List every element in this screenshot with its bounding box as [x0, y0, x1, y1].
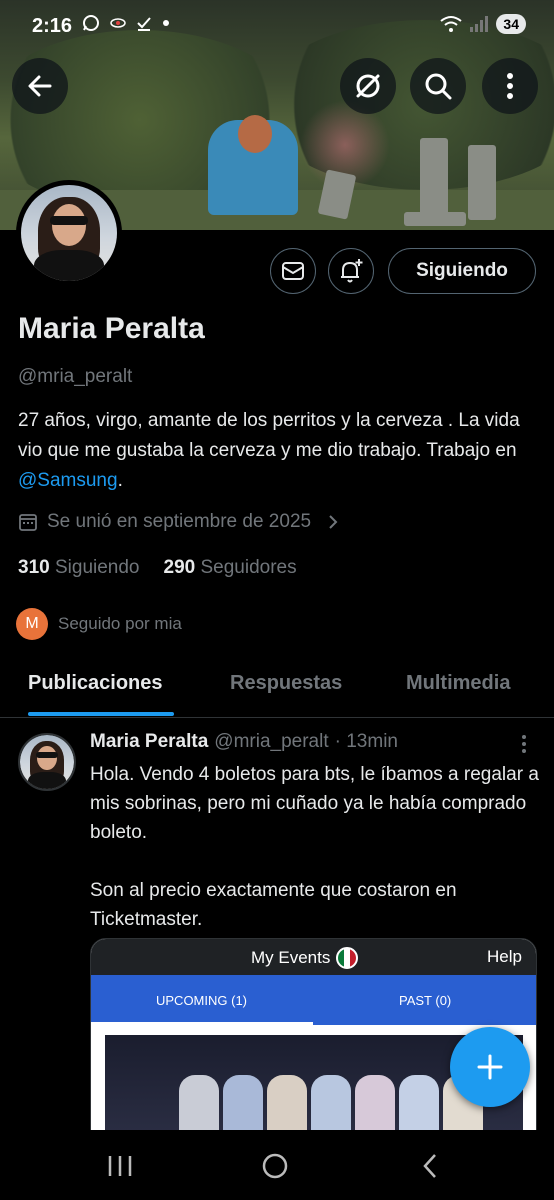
wifi-icon [440, 16, 463, 32]
tweet-text: Hola. Vendo 4 boletos para bts, le íbamo… [90, 764, 539, 930]
followers-count: 290 [163, 557, 196, 578]
notifications-button[interactable] [328, 248, 374, 294]
envelope-icon [282, 262, 304, 280]
photo-person [223, 1075, 263, 1137]
bio-text: 27 años, virgo, amante de los perritos y… [18, 410, 520, 461]
tab-publicaciones[interactable]: Publicaciones [28, 672, 163, 695]
profile-handle: @mria_peralt [18, 366, 133, 387]
embed-help: Help [487, 947, 522, 966]
joined-text: Se unió en septiembre de 2025 [47, 511, 312, 532]
photo-person [355, 1075, 395, 1137]
embed-header: My Events Help [91, 939, 536, 975]
embed-tab-indicator [91, 1022, 313, 1025]
system-navigation-bar [0, 1130, 554, 1200]
signal-icon [470, 16, 489, 32]
following-stat[interactable]: 310 Siguiendo [18, 557, 140, 579]
home-circle-icon [262, 1153, 288, 1179]
back-button[interactable] [12, 58, 68, 114]
tab-multimedia[interactable]: Multimedia [406, 672, 510, 695]
tweet-header: Maria Peralta @mria_peralt · 13min [90, 731, 398, 753]
tweet-author-name[interactable]: Maria Peralta [90, 731, 208, 753]
download-done-icon [137, 17, 151, 31]
followed-by-text: Seguido por mia [58, 614, 182, 633]
photo-person [399, 1075, 439, 1137]
tweet-time[interactable]: · 13min [335, 731, 398, 753]
embed-tab-upcoming: UPCOMING (1) [156, 993, 247, 1008]
following-button[interactable]: Siguiendo [388, 248, 536, 294]
photo-person [311, 1075, 351, 1137]
follow-stats: 310 Siguiendo 290 Seguidores [18, 557, 297, 579]
arrow-left-icon [28, 75, 52, 97]
followed-by[interactable]: M Seguido por mia [16, 608, 182, 640]
status-system-icons: 34 [440, 14, 526, 34]
follower-avatar: M [16, 608, 48, 640]
profile-tabs: Publicaciones Respuestas Multimedia [0, 660, 554, 718]
recent-apps-button[interactable] [100, 1148, 140, 1184]
tweet-author-handle[interactable]: @mria_peralt [214, 731, 328, 753]
followers-stat[interactable]: 290 Seguidores [164, 557, 297, 579]
chevron-right-icon [329, 515, 338, 529]
following-count: 310 [18, 557, 50, 578]
eye-icon [110, 18, 126, 28]
bio-mention-link[interactable]: @Samsung [18, 470, 118, 491]
bio-end: . [117, 470, 123, 491]
embed-tab-past: PAST (0) [399, 993, 452, 1008]
more-vertical-icon [507, 73, 513, 99]
embed-title: My Events [251, 947, 359, 969]
recents-icon [108, 1156, 132, 1176]
followers-label: Seguidores [200, 557, 297, 578]
photo-person [179, 1075, 219, 1137]
slashed-circle-icon [356, 74, 380, 98]
status-time: 2:16 [32, 15, 73, 37]
profile-bio: 27 años, virgo, amante de los perritos y… [18, 406, 538, 496]
profile-name: Maria Peralta [18, 312, 205, 345]
status-bar: 2:16 34 [0, 0, 554, 50]
battery-indicator: 34 [496, 14, 526, 34]
banner-person-head [238, 115, 272, 153]
avatar-image [21, 185, 117, 281]
mexico-flag-icon [336, 947, 359, 969]
banner-gravestone [468, 145, 496, 220]
avatar-image [20, 735, 74, 789]
grok-button[interactable] [340, 58, 396, 114]
tweet-more-button[interactable] [520, 734, 528, 759]
back-nav-button[interactable] [410, 1148, 450, 1184]
message-button[interactable] [270, 248, 316, 294]
embed-tabs: UPCOMING (1) PAST (0) [91, 975, 536, 1025]
photo-person [267, 1075, 307, 1137]
status-notification-icons [82, 14, 170, 32]
whatsapp-icon [83, 15, 99, 31]
embed-title-text: My Events [251, 948, 331, 967]
banner-gravestone [420, 138, 448, 218]
more-vertical-icon [522, 735, 526, 753]
search-button[interactable] [410, 58, 466, 114]
following-label: Siguiendo [54, 557, 140, 578]
chevron-left-icon [423, 1154, 436, 1178]
compose-button[interactable] [450, 1027, 530, 1107]
joined-date[interactable]: Se unió en septiembre de 2025 [18, 511, 340, 533]
bell-plus-icon [341, 259, 363, 283]
more-options-button[interactable] [482, 58, 538, 114]
home-button[interactable] [255, 1148, 295, 1184]
tab-respuestas[interactable]: Respuestas [230, 672, 342, 695]
tweet-author-avatar[interactable] [18, 733, 76, 791]
calendar-icon [19, 514, 37, 531]
active-tab-indicator [28, 712, 174, 716]
banner-gravestone [404, 212, 466, 226]
search-icon [425, 73, 452, 100]
profile-avatar[interactable] [16, 180, 122, 286]
dot-icon [163, 20, 169, 26]
plus-icon [477, 1054, 503, 1080]
